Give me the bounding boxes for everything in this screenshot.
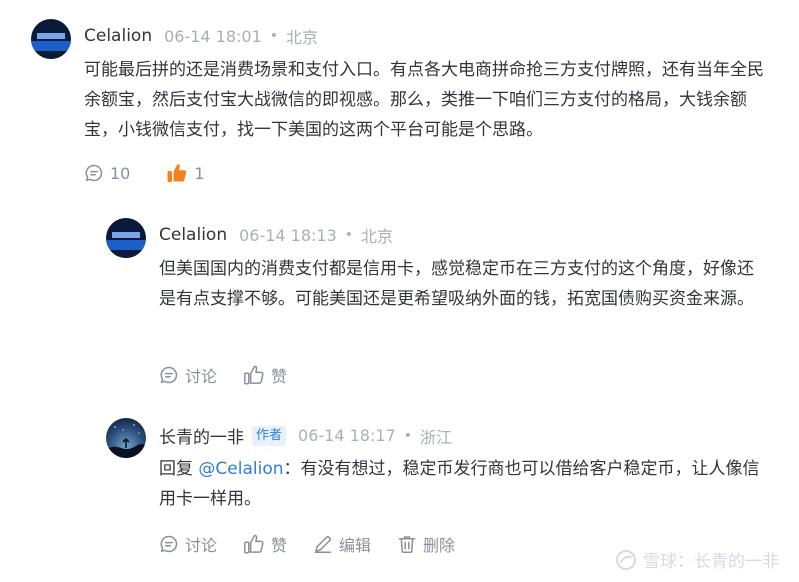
discuss-label: 讨论	[185, 367, 218, 386]
author-name[interactable]: 长青的一非	[159, 423, 244, 448]
like-label: 赞	[271, 367, 288, 386]
like-button[interactable]: 1	[166, 162, 205, 184]
author-name[interactable]: Celalion	[159, 225, 227, 245]
mention-link[interactable]: @Celalion	[198, 459, 283, 479]
discuss-button[interactable]: 讨论	[159, 532, 217, 556]
timestamp: 06-14 18:13	[239, 225, 337, 245]
avatar[interactable]	[106, 418, 146, 458]
delete-label: 删除	[423, 536, 456, 555]
location: 北京	[361, 227, 394, 246]
separator-dot: •	[403, 427, 412, 444]
thumbs-up-icon	[244, 365, 264, 385]
discuss-label: 讨论	[185, 536, 218, 555]
speech-bubble-icon	[160, 366, 178, 384]
separator-dot: •	[344, 227, 354, 243]
reply-prefix: 回复	[159, 459, 193, 479]
avatar[interactable]	[106, 218, 146, 258]
comment-text: 回复 @Celalion：有没有想过，稳定币发行商也可以借给客户稳定币，让人像信…	[159, 454, 769, 514]
comment-text: 可能最后拼的还是消费场景和支付入口。有点各大电商拼命抢三方支付牌照，还有当年全民…	[84, 60, 764, 140]
edit-label: 编辑	[339, 536, 372, 555]
like-button[interactable]: 赞	[243, 532, 287, 556]
like-button[interactable]: 赞	[243, 363, 287, 387]
avatar[interactable]	[31, 19, 71, 59]
discuss-button[interactable]: 讨论	[159, 363, 217, 387]
edit-button[interactable]: 编辑	[313, 532, 371, 556]
separator-dot: •	[269, 28, 279, 44]
location: 浙江	[419, 427, 452, 447]
speech-bubble-icon	[85, 164, 103, 182]
reply-count: 10	[110, 163, 131, 183]
speech-bubble-icon	[160, 535, 178, 553]
comment-text: 但美国国内的消费支付都是信用卡，感觉稳定币在三方支付的这个角度，好像还是有点支撑…	[159, 259, 754, 309]
author-badge: 作者	[252, 425, 287, 446]
location: 北京	[286, 28, 319, 47]
timestamp: 06-14 18:17	[298, 426, 396, 445]
watermark-text: 雪球：长青的一非	[643, 552, 779, 572]
reply-count-button[interactable]: 10	[84, 163, 130, 183]
author-name[interactable]: Celalion	[84, 26, 152, 46]
timestamp: 06-14 18:01	[164, 26, 262, 46]
like-label: 赞	[271, 536, 288, 555]
watermark: 雪球：长青的一非	[615, 547, 779, 572]
delete-button[interactable]: 删除	[397, 532, 455, 556]
snowball-logo-icon	[616, 549, 636, 570]
like-count: 1	[194, 163, 205, 183]
pencil-icon	[314, 536, 332, 554]
thumbs-up-icon	[244, 534, 264, 554]
trash-icon	[398, 536, 416, 553]
thumbs-up-filled-icon	[167, 164, 187, 182]
